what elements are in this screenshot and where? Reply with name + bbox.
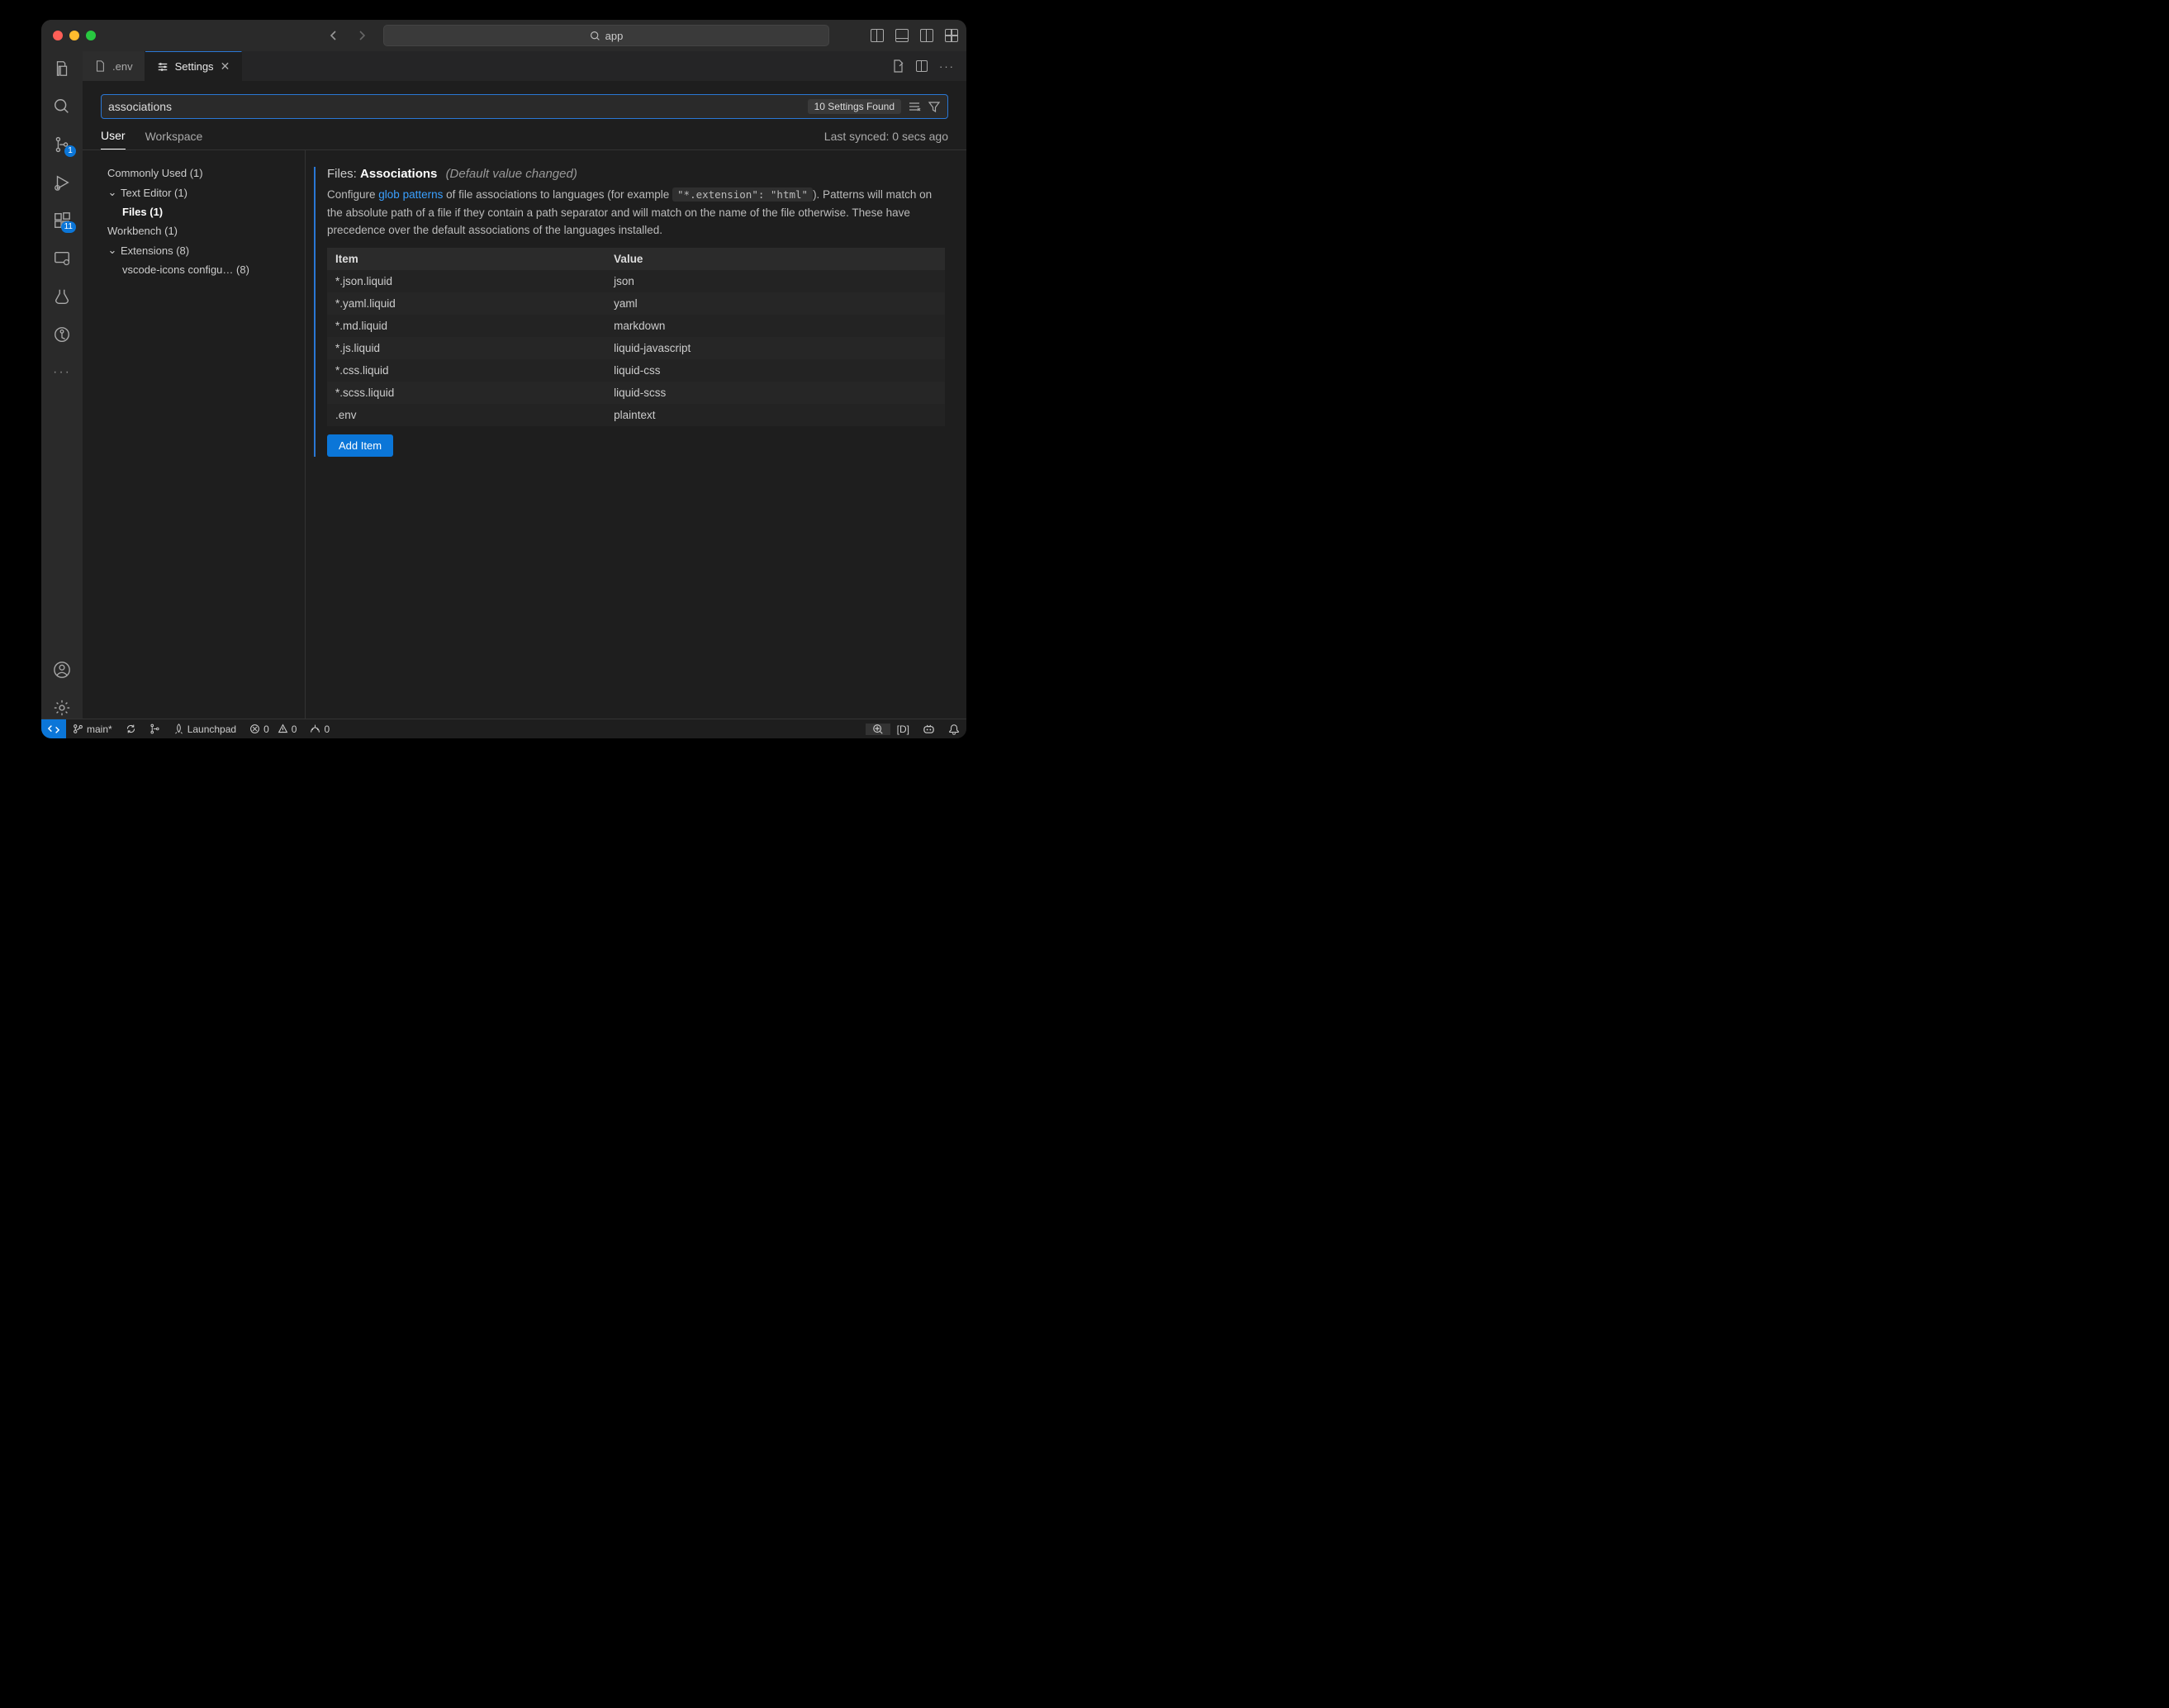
git-graph-icon[interactable]: [143, 724, 167, 734]
vscode-window: app 1 11: [41, 20, 966, 738]
source-control-icon[interactable]: 1: [51, 134, 73, 155]
scope-workspace[interactable]: Workspace: [145, 130, 203, 149]
assoc-value: markdown: [605, 315, 945, 337]
table-row[interactable]: *.yaml.liquidyaml: [327, 292, 945, 315]
manage-gear-icon[interactable]: [51, 697, 73, 719]
assoc-value: liquid-scss: [605, 382, 945, 404]
remote-explorer-icon[interactable]: [51, 248, 73, 269]
more-icon[interactable]: ···: [51, 362, 73, 383]
layout-panel-icon[interactable]: [895, 29, 909, 42]
notifications-bell-icon[interactable]: [942, 724, 966, 735]
minimize-window-icon[interactable]: [69, 31, 79, 40]
assoc-item: *.md.liquid: [327, 315, 605, 337]
zoom-icon[interactable]: [866, 724, 890, 735]
assoc-item: *.css.liquid: [327, 359, 605, 382]
chevron-down-icon: ⌄: [107, 244, 117, 257]
testing-icon[interactable]: [51, 286, 73, 307]
close-window-icon[interactable]: [53, 31, 63, 40]
table-row[interactable]: *.js.liquidliquid-javascript: [327, 337, 945, 359]
setting-description: Configure glob patterns of file associat…: [327, 186, 945, 240]
file-icon: [94, 60, 106, 72]
outline-extensions[interactable]: ⌄Extensions (8): [107, 240, 295, 260]
layout-customize-icon[interactable]: [945, 29, 958, 42]
tab-label: Settings: [175, 60, 214, 73]
assoc-value: liquid-css: [605, 359, 945, 382]
table-row[interactable]: .envplaintext: [327, 404, 945, 426]
titlebar: app: [41, 20, 966, 51]
git-sync-icon[interactable]: [119, 724, 143, 734]
ports[interactable]: 0: [303, 724, 336, 735]
tab-env[interactable]: .env: [83, 51, 145, 81]
glob-patterns-link[interactable]: glob patterns: [378, 188, 443, 201]
activity-bar: 1 11 ···: [41, 51, 83, 719]
nav-back-icon[interactable]: [327, 29, 340, 42]
remote-indicator[interactable]: [41, 719, 66, 738]
associations-table: Item Value *.json.liquidjson*.yaml.liqui…: [327, 248, 945, 426]
table-row[interactable]: *.json.liquidjson: [327, 270, 945, 292]
setting-files-associations: Files: Associations (Default value chang…: [314, 167, 945, 457]
zoom-window-icon[interactable]: [86, 31, 96, 40]
close-tab-icon[interactable]: ✕: [221, 59, 230, 74]
extensions-badge: 11: [61, 221, 76, 233]
git-branch[interactable]: main*: [66, 724, 119, 735]
assoc-value: plaintext: [605, 404, 945, 426]
col-value: Value: [605, 248, 945, 270]
assoc-item: *.yaml.liquid: [327, 292, 605, 315]
table-row[interactable]: *.scss.liquidliquid-scss: [327, 382, 945, 404]
launchpad[interactable]: Launchpad: [167, 724, 243, 735]
explorer-icon[interactable]: [51, 58, 73, 79]
search-icon: [590, 31, 600, 41]
scm-badge: 1: [64, 145, 76, 157]
assoc-value: yaml: [605, 292, 945, 315]
layout-sidebar-left-icon[interactable]: [871, 29, 884, 42]
assoc-value: json: [605, 270, 945, 292]
command-center-text: app: [605, 30, 624, 42]
tab-label: .env: [112, 60, 133, 73]
accounts-icon[interactable]: [51, 659, 73, 681]
col-item: Item: [327, 248, 605, 270]
outline-vscode-icons[interactable]: vscode-icons configu… (8): [107, 260, 295, 279]
assoc-item: *.scss.liquid: [327, 382, 605, 404]
tab-more-icon[interactable]: ···: [939, 60, 955, 73]
run-debug-icon[interactable]: [51, 172, 73, 193]
editor-tabs: .env Settings ✕ ···: [83, 51, 966, 81]
scope-user[interactable]: User: [101, 129, 126, 149]
settings-detail: Files: Associations (Default value chang…: [306, 150, 966, 719]
split-editor-icon[interactable]: [916, 60, 928, 72]
settings-found-count: 10 Settings Found: [808, 99, 901, 114]
clear-search-icon[interactable]: [908, 100, 921, 113]
sliders-icon: [157, 61, 168, 73]
chevron-down-icon: ⌄: [107, 186, 117, 199]
outline-text-editor[interactable]: ⌄Text Editor (1): [107, 183, 295, 202]
outline-files[interactable]: Files (1): [107, 202, 295, 221]
window-controls: [53, 31, 96, 40]
sync-status: Last synced: 0 secs ago: [824, 130, 948, 149]
open-settings-json-icon[interactable]: [891, 59, 904, 73]
gitlens-icon[interactable]: [51, 324, 73, 345]
outline-workbench[interactable]: Workbench (1): [107, 221, 295, 240]
nav-forward-icon[interactable]: [355, 29, 368, 42]
filter-icon[interactable]: [928, 100, 941, 113]
search-activity-icon[interactable]: [51, 96, 73, 117]
status-bar: main* Launchpad 0 0 0 [D]: [41, 719, 966, 738]
assoc-item: *.json.liquid: [327, 270, 605, 292]
table-row[interactable]: *.css.liquidliquid-css: [327, 359, 945, 382]
table-row[interactable]: *.md.liquidmarkdown: [327, 315, 945, 337]
settings-search-input[interactable]: [108, 100, 808, 113]
settings-outline: Commonly Used (1) ⌄Text Editor (1) Files…: [83, 150, 306, 719]
add-item-button[interactable]: Add Item: [327, 434, 393, 457]
layout-sidebar-right-icon[interactable]: [920, 29, 933, 42]
status-d[interactable]: [D]: [890, 724, 916, 735]
problems[interactable]: 0 0: [243, 724, 303, 735]
assoc-item: *.js.liquid: [327, 337, 605, 359]
assoc-item: .env: [327, 404, 605, 426]
tab-settings[interactable]: Settings ✕: [145, 51, 243, 81]
settings-search[interactable]: 10 Settings Found: [101, 94, 948, 119]
setting-title: Files: Associations (Default value chang…: [327, 167, 945, 181]
command-center[interactable]: app: [383, 25, 829, 46]
extensions-icon[interactable]: 11: [51, 210, 73, 231]
copilot-icon[interactable]: [916, 723, 942, 735]
assoc-value: liquid-javascript: [605, 337, 945, 359]
outline-commonly-used[interactable]: Commonly Used (1): [107, 164, 295, 183]
